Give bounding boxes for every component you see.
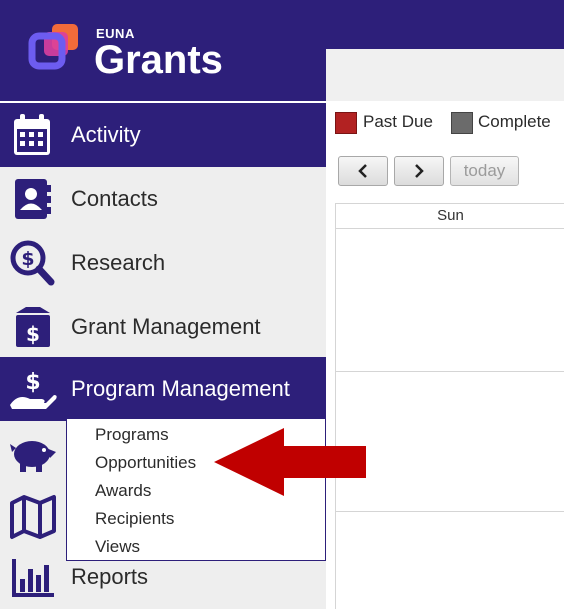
map-icon[interactable] xyxy=(8,493,58,541)
calendar-icon xyxy=(14,114,50,155)
svg-text:$: $ xyxy=(26,322,40,346)
svg-text:$: $ xyxy=(21,248,34,270)
complete-label: Complete xyxy=(478,112,551,131)
sidebar-item-label: Program Management xyxy=(71,376,290,401)
sidebar-item-contacts[interactable]: Contacts xyxy=(0,167,326,231)
day-header-sun: Sun xyxy=(336,204,564,229)
euna-logo-icon xyxy=(28,24,78,70)
submenu-item-opportunities[interactable]: Opportunities xyxy=(95,453,196,473)
next-button[interactable] xyxy=(394,156,444,186)
complete-swatch xyxy=(451,112,473,134)
submenu-item-programs[interactable]: Programs xyxy=(95,425,169,445)
chevron-right-icon xyxy=(415,164,424,178)
past-due-swatch xyxy=(335,112,357,134)
past-due-label: Past Due xyxy=(363,112,433,131)
sidebar-item-research[interactable]: $ Research xyxy=(0,231,326,295)
week-divider xyxy=(336,371,564,372)
annotation-arrow-icon xyxy=(214,428,366,496)
svg-text:$: $ xyxy=(25,370,40,395)
sidebar-item-grant-management[interactable]: $ Grant Management xyxy=(0,295,326,359)
bar-chart-icon xyxy=(12,559,54,597)
sidebar-item-label: Contacts xyxy=(71,186,158,211)
piggy-bank-icon[interactable] xyxy=(8,428,58,476)
submenu-item-recipients[interactable]: Recipients xyxy=(95,509,174,529)
hand-dollar-icon: $ xyxy=(10,370,57,409)
dollar-magnifier-icon: $ xyxy=(10,240,55,286)
sidebar-item-program-management[interactable]: $ Program Management xyxy=(0,357,326,421)
sidebar-item-label: Grant Management xyxy=(71,314,261,339)
brand-title[interactable]: Grants xyxy=(94,38,223,82)
header-content-strip xyxy=(326,49,564,101)
chevron-left-icon xyxy=(358,164,367,178)
submenu-item-awards[interactable]: Awards xyxy=(95,481,151,501)
sidebar-item-label: Research xyxy=(71,250,166,275)
calendar-grid: Sun xyxy=(335,203,564,609)
today-button[interactable]: today xyxy=(450,156,519,186)
sidebar-item-activity[interactable]: Activity xyxy=(0,103,326,167)
submenu-item-views[interactable]: Views xyxy=(95,537,140,557)
box-dollar-icon: $ xyxy=(16,307,50,347)
sidebar-item-label: Activity xyxy=(71,122,141,147)
contact-book-icon xyxy=(15,179,51,219)
prev-button[interactable] xyxy=(338,156,388,186)
week-divider xyxy=(336,511,564,512)
